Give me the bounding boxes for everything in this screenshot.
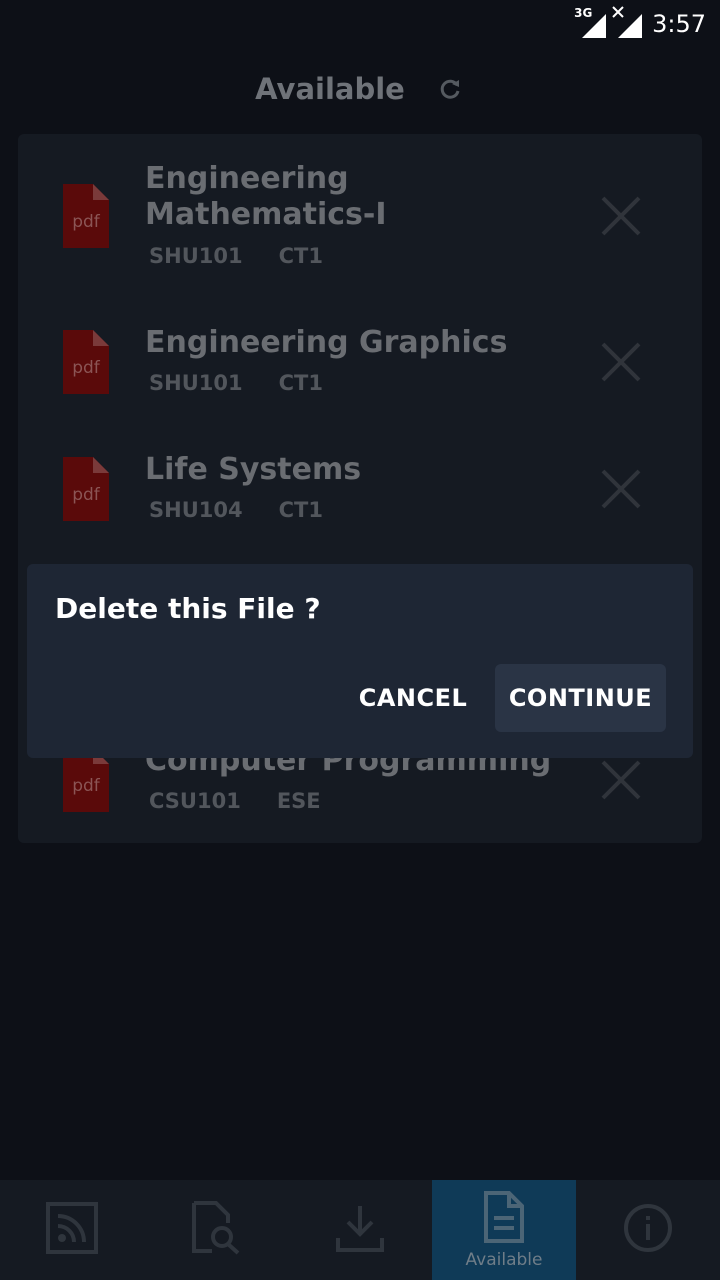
nav-item-download[interactable] xyxy=(288,1180,432,1280)
exam-type: CT1 xyxy=(278,244,323,268)
nav-label-available: Available xyxy=(465,1250,543,1270)
nav-item-search[interactable] xyxy=(144,1180,288,1280)
page-title: Available xyxy=(255,72,405,106)
download-icon xyxy=(334,1202,386,1258)
feed-icon xyxy=(46,1202,98,1258)
file-meta: SHU101 CT1 xyxy=(149,371,323,395)
close-icon[interactable] xyxy=(600,195,642,237)
dialog-title: Delete this File ? xyxy=(55,592,321,625)
pdf-file-icon: pdf xyxy=(63,184,109,248)
document-icon xyxy=(483,1190,525,1248)
course-code: CSU101 xyxy=(149,789,241,813)
file-title: Engineering Graphics xyxy=(145,325,508,360)
clock: 3:57 xyxy=(652,10,706,38)
cell-signal-no-service-icon xyxy=(612,6,643,38)
exam-type: CT1 xyxy=(278,371,323,395)
file-meta: SHU101 CT1 xyxy=(149,244,323,268)
close-icon[interactable] xyxy=(600,759,642,801)
refresh-icon[interactable] xyxy=(435,74,465,104)
exam-type: ESE xyxy=(276,789,321,813)
cancel-button[interactable]: CANCEL xyxy=(333,664,493,732)
cell-signal-3g-icon: 3G xyxy=(574,6,607,38)
pdf-file-icon: pdf xyxy=(63,457,109,521)
file-meta: SHU104 CT1 xyxy=(149,498,323,522)
status-bar: 3G 3:57 xyxy=(0,0,720,48)
course-code: SHU104 xyxy=(149,498,243,522)
file-title: Engineering Mathematics-I xyxy=(145,161,387,232)
exam-type: CT1 xyxy=(278,498,323,522)
close-icon[interactable] xyxy=(600,341,642,383)
info-icon xyxy=(622,1202,674,1258)
search-document-icon xyxy=(190,1201,242,1259)
pdf-file-icon: pdf xyxy=(63,330,109,394)
file-title: Life Systems xyxy=(145,452,362,487)
delete-confirm-dialog: Delete this File ? CANCEL CONTINUE xyxy=(27,564,693,758)
nav-item-info[interactable] xyxy=(576,1180,720,1280)
close-icon[interactable] xyxy=(600,468,642,510)
file-meta: CSU101 ESE xyxy=(149,789,321,813)
course-code: SHU101 xyxy=(149,371,243,395)
app-header: Available xyxy=(0,64,720,114)
nav-item-available[interactable]: Available xyxy=(432,1180,576,1280)
continue-button[interactable]: CONTINUE xyxy=(495,664,666,732)
course-code: SHU101 xyxy=(149,244,243,268)
nav-item-feed[interactable] xyxy=(0,1180,144,1280)
bottom-navigation: Available xyxy=(0,1180,720,1280)
